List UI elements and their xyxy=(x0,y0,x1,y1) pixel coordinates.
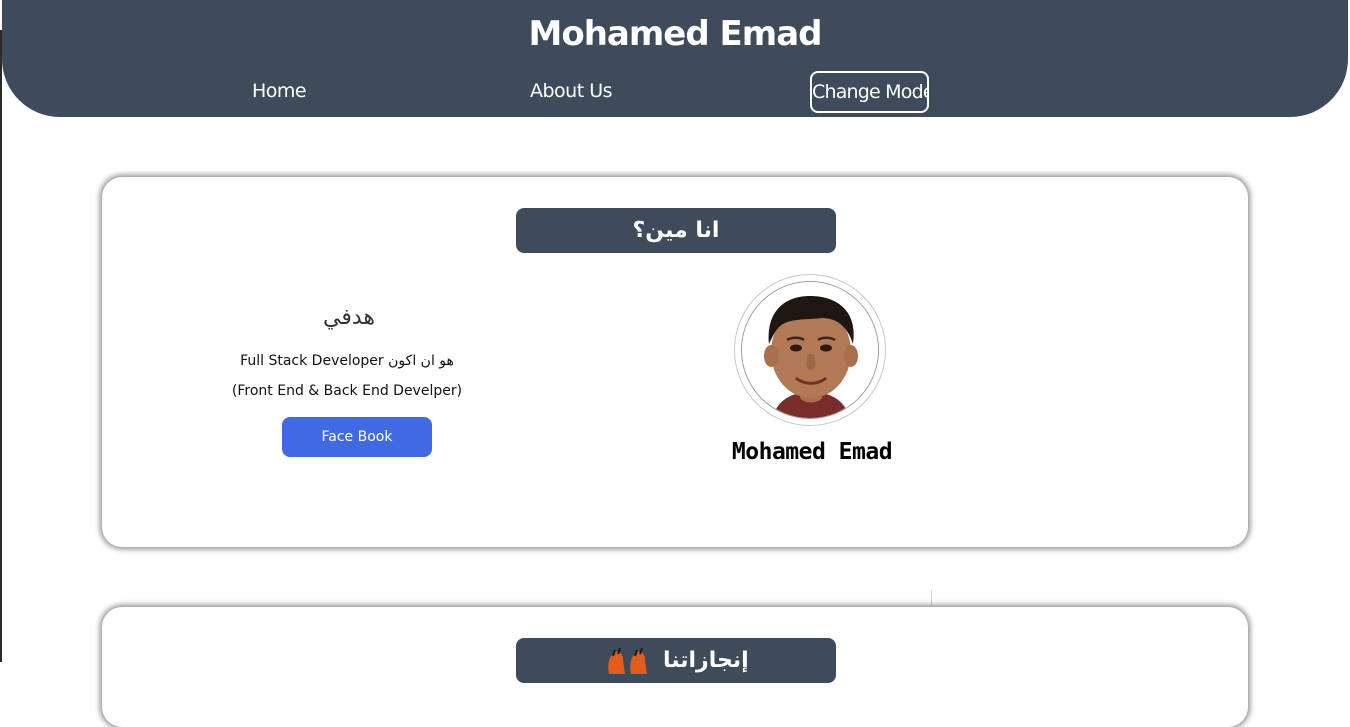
hands-raised-icon xyxy=(608,647,648,674)
achievements-card: إنجازاتنا xyxy=(102,607,1248,727)
avatar xyxy=(741,281,879,419)
divider-mark xyxy=(931,590,932,606)
avatar-photo xyxy=(742,282,878,418)
facebook-button[interactable]: Face Book xyxy=(282,417,432,457)
goal-heading: هدفي xyxy=(322,305,375,330)
goal-text-line2: (Front End & Back End Develper) xyxy=(231,383,463,399)
profile-name: Mohamed Emad xyxy=(731,439,893,465)
about-me-title: انا مين؟ xyxy=(516,208,836,253)
about-me-card: انا مين؟ هدفي هو ان اكون Full Stack Deve… xyxy=(102,177,1248,547)
site-title: Mohamed Emad xyxy=(528,14,823,54)
left-window-edge xyxy=(0,30,2,662)
site-header: Mohamed Emad Home About Us Change Mode xyxy=(2,0,1348,117)
goal-text-line1: هو ان اكون Full Stack Developer xyxy=(240,353,454,369)
avatar-ring xyxy=(734,274,886,426)
nav-about-link[interactable]: About Us xyxy=(530,80,613,102)
achievements-title-text: إنجازاتنا xyxy=(663,648,749,673)
nav-home-link[interactable]: Home xyxy=(252,80,307,102)
change-mode-button[interactable]: Change Mode xyxy=(810,71,929,113)
achievements-title: إنجازاتنا xyxy=(516,638,836,683)
